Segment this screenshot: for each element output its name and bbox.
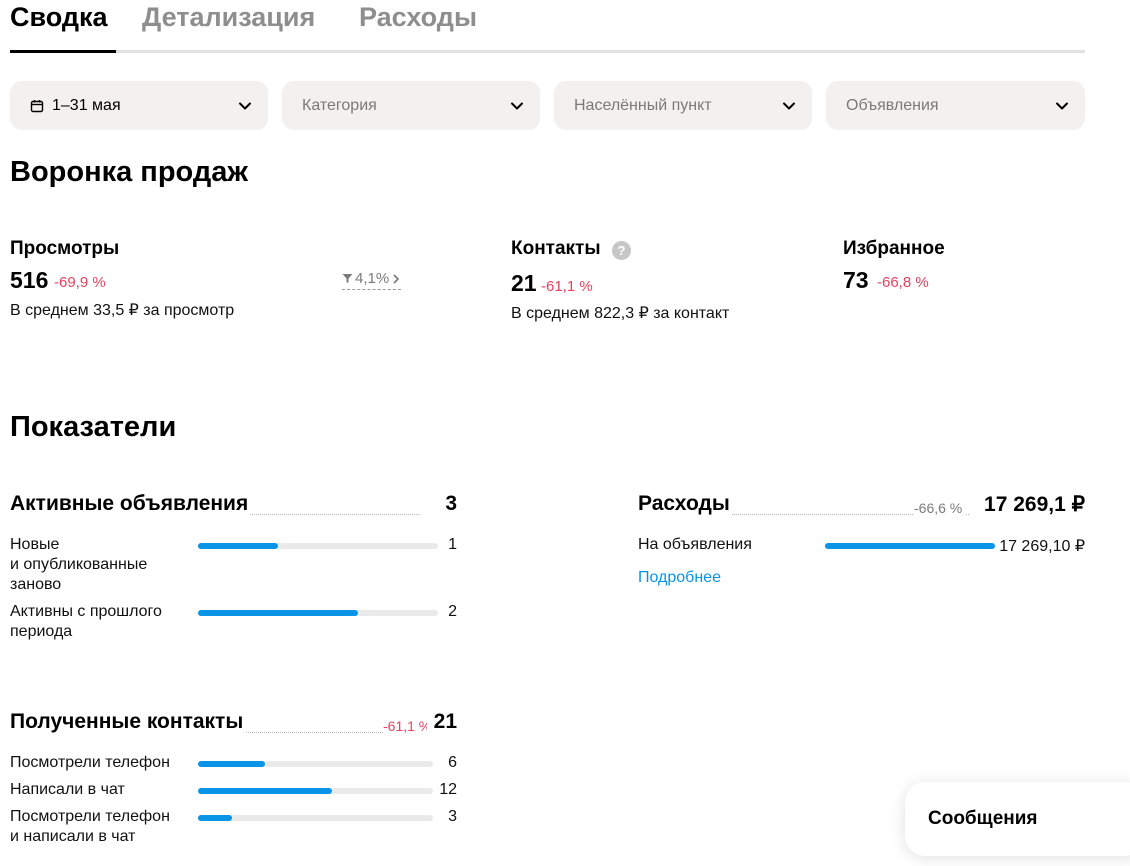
row-value-wrote-chat: 12 (439, 781, 457, 798)
location-select[interactable]: Населённый пункт (554, 81, 812, 130)
tab-bar: Сводка Детализация Расходы (10, 0, 1085, 53)
row-label-active-previous: Активны с прошлого периода (10, 603, 162, 640)
contacts-received-title: Полученные контакты (10, 710, 246, 734)
row-value-listings-spend: 17 269,10 ₽ (999, 538, 1085, 555)
date-range-select[interactable]: 1–31 мая (10, 81, 268, 130)
progress-bar (198, 610, 438, 616)
category-placeholder: Категория (302, 96, 377, 114)
progress-fill (198, 788, 333, 794)
indicators-heading: Показатели (10, 411, 177, 443)
contacts-avg-cost: В среднем 822,3 ₽ за контакт (511, 305, 730, 322)
row-value-active-previous: 2 (448, 603, 457, 620)
contacts-title: Контакты (511, 238, 601, 259)
row-label-listings-spend: На объявления (638, 536, 752, 553)
chevron-down-icon (511, 102, 523, 109)
progress-fill (198, 610, 359, 616)
progress-bar (198, 815, 433, 821)
date-range-value: 1–31 мая (52, 96, 121, 114)
expenses-title: Расходы (638, 492, 732, 516)
location-placeholder: Населённый пункт (574, 96, 712, 114)
tab-details[interactable]: Детализация (142, 2, 315, 33)
contacts-value: 21 (511, 270, 537, 296)
conversion-rate-value: 4,1% (355, 270, 390, 287)
progress-bar (825, 543, 995, 549)
expenses-delta: -66,6 % (914, 500, 967, 516)
favorites-value: 73 (843, 267, 869, 293)
progress-fill (198, 761, 266, 767)
progress-fill (825, 543, 995, 549)
chevron-down-icon (783, 102, 795, 109)
active-tab-indicator (10, 50, 116, 53)
listings-placeholder: Объявления (846, 96, 939, 114)
more-details-link[interactable]: Подробнее (638, 569, 721, 587)
chevron-right-icon (393, 273, 400, 284)
funnel-icon (342, 274, 353, 283)
listings-select[interactable]: Объявления (826, 81, 1085, 130)
tab-expenses[interactable]: Расходы (359, 2, 477, 33)
progress-bar (198, 788, 433, 794)
contacts-received-total: 21 (427, 710, 457, 734)
row-value-phone-and-chat: 3 (448, 808, 457, 825)
favorites-delta: -66,8 % (877, 274, 929, 291)
contacts-delta: -61,1 % (541, 278, 593, 295)
row-value-viewed-phone: 6 (448, 754, 457, 771)
row-label-viewed-phone: Посмотрели телефон (10, 754, 170, 771)
funnel-heading: Воронка продаж (10, 156, 248, 188)
messages-button[interactable]: Сообщения (905, 782, 1130, 856)
row-label-new: Новые и опубликованные заново (10, 536, 148, 593)
progress-fill (198, 815, 232, 821)
expenses-total: 17 269,1 ₽ (969, 492, 1085, 517)
calendar-icon (30, 99, 44, 112)
help-icon[interactable]: ? (612, 241, 631, 260)
progress-bar (198, 761, 433, 767)
row-label-phone-and-chat: Посмотрели телефон и написали в чат (10, 808, 170, 845)
views-value: 516 (10, 267, 49, 293)
progress-bar (198, 543, 438, 549)
favorites-title: Избранное (843, 238, 945, 259)
views-delta: -69,9 % (54, 274, 106, 291)
chevron-down-icon (239, 102, 251, 109)
conversion-rate-link[interactable]: 4,1% (342, 270, 402, 290)
row-label-wrote-chat: Написали в чат (10, 781, 125, 798)
active-listings-title: Активные объявления (10, 492, 251, 516)
category-select[interactable]: Категория (282, 81, 540, 130)
chevron-down-icon (1056, 102, 1068, 109)
views-title: Просмотры (10, 238, 120, 259)
progress-fill (198, 543, 278, 549)
active-listings-total: 3 (420, 492, 457, 516)
row-value-new: 1 (448, 536, 457, 553)
views-avg-cost: В среднем 33,5 ₽ за просмотр (10, 302, 235, 319)
tab-summary[interactable]: Сводка (10, 2, 108, 33)
